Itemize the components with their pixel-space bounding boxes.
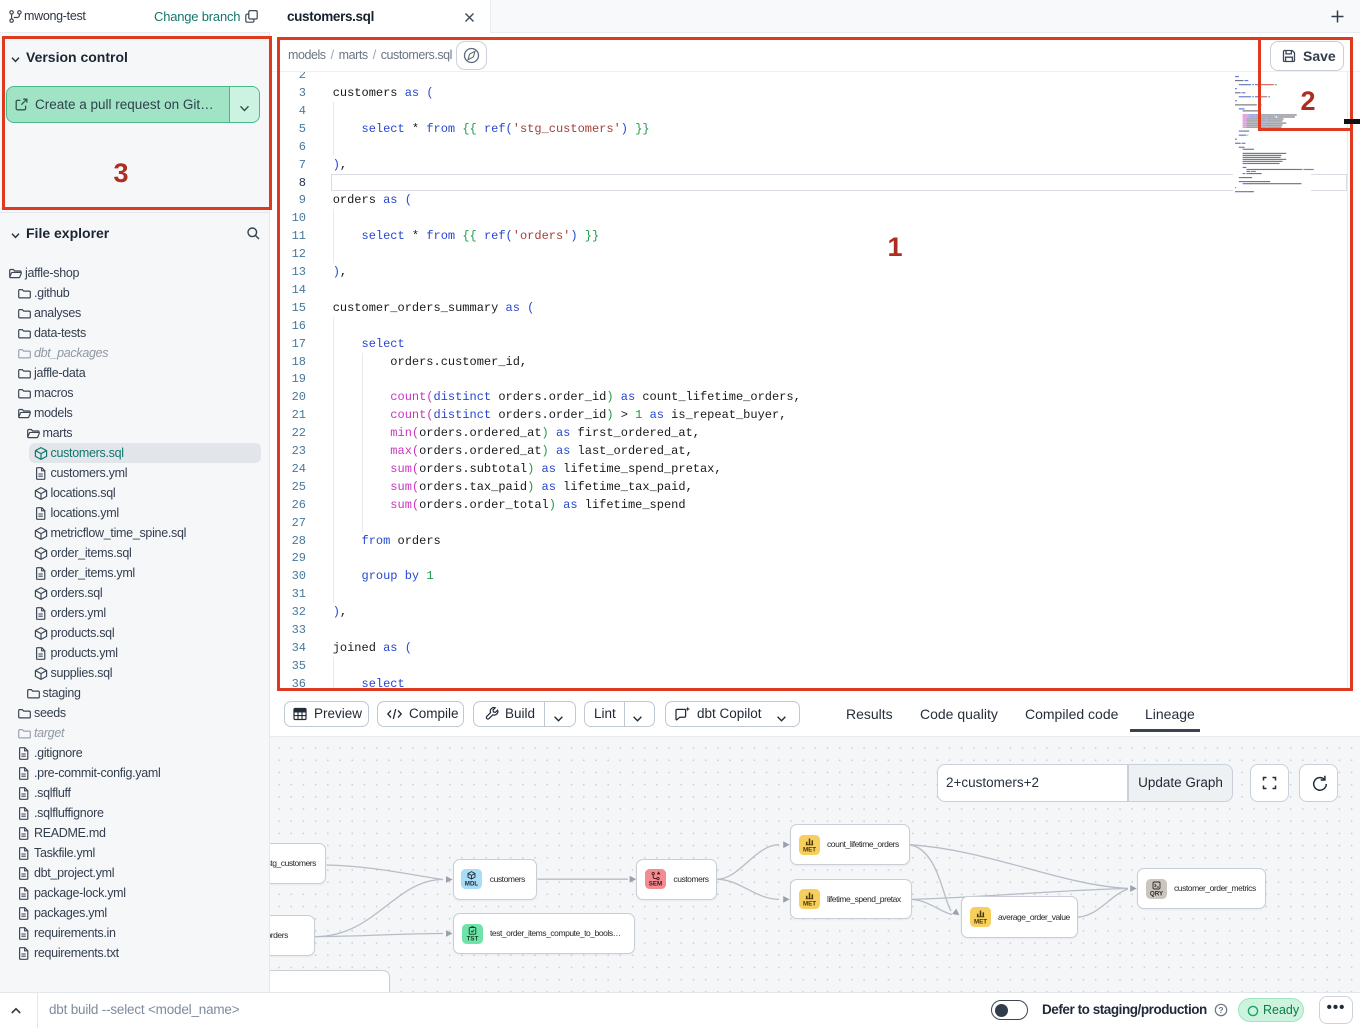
svg-text:TST: TST xyxy=(466,935,478,942)
svg-text:MET: MET xyxy=(802,900,815,907)
svg-text:MET: MET xyxy=(802,846,815,853)
svg-text:?: ? xyxy=(1218,1005,1223,1015)
svg-text:QRY: QRY xyxy=(1149,890,1163,897)
svg-text:MDL: MDL xyxy=(465,881,479,888)
svg-text:SEM: SEM xyxy=(649,881,662,888)
svg-text:MET: MET xyxy=(973,919,986,926)
